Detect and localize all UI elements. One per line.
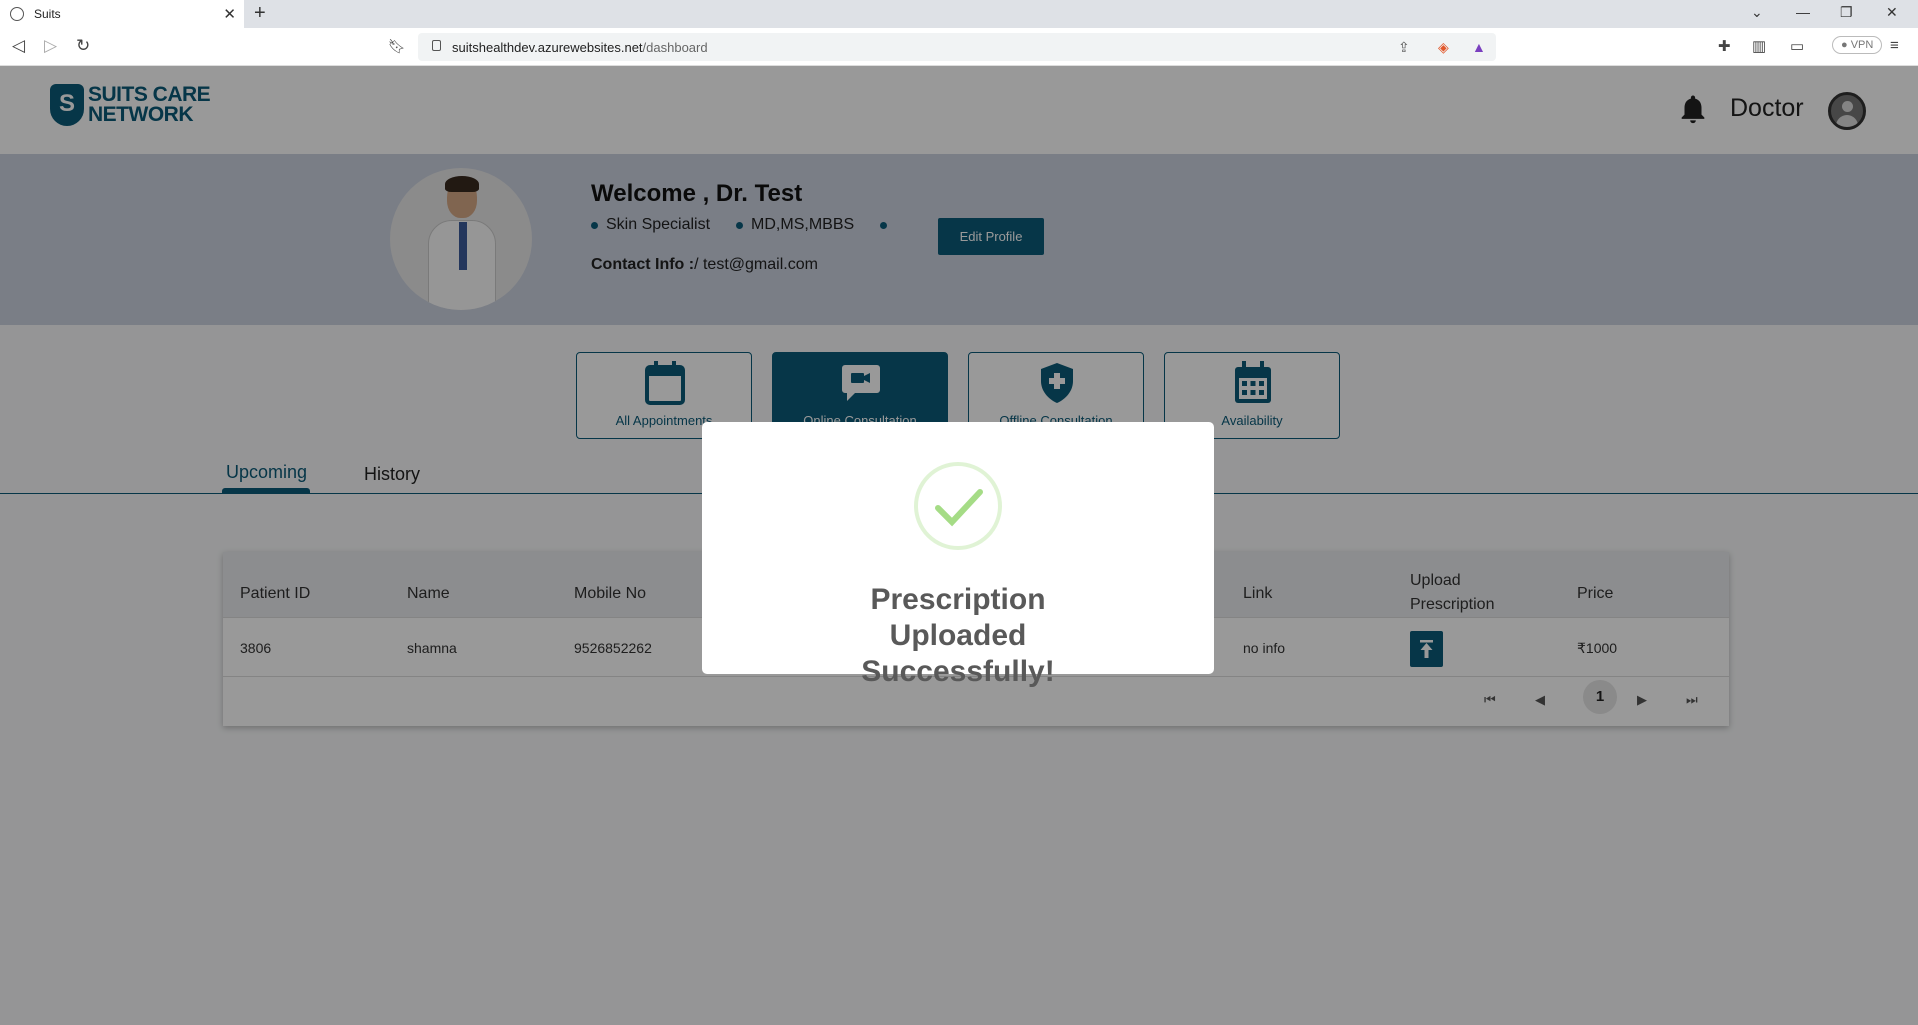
extensions-icon[interactable]: ✚ [1718, 37, 1731, 55]
reload-icon[interactable]: ↻ [76, 36, 90, 56]
browser-tab-bar: Suits ✕ + ⌄ — ❐ ✕ [0, 0, 1918, 28]
lock-icon [432, 40, 441, 51]
close-window-icon[interactable]: ✕ [1886, 4, 1898, 21]
share-icon[interactable]: ⇪ [1398, 39, 1410, 56]
tab-search-icon[interactable]: ⌄ [1751, 4, 1763, 21]
app-viewport: S SUITS CARE NETWORK Doctor Welcome , Dr… [0, 66, 1918, 1025]
browser-tab[interactable]: Suits ✕ [0, 0, 244, 28]
new-tab-icon[interactable]: + [254, 2, 266, 25]
dialog-title: Prescription Uploaded Successfully! [861, 583, 1055, 688]
wallet-icon[interactable]: ▭ [1790, 37, 1804, 55]
globe-icon [10, 7, 24, 21]
browser-tab-title: Suits [34, 7, 61, 21]
success-dialog: Prescription Uploaded Successfully! [702, 422, 1214, 688]
vpn-button[interactable]: ● VPN [1832, 36, 1883, 54]
rewards-icon[interactable]: ▲ [1472, 39, 1486, 55]
restore-icon[interactable]: ❐ [1840, 4, 1853, 21]
address-bar[interactable]: suitshealthdev.azurewebsites.net/dashboa… [418, 33, 1496, 61]
forward-icon[interactable]: ▷ [44, 36, 57, 56]
success-check-icon [914, 462, 1002, 550]
sidebar-icon[interactable]: ▥ [1752, 37, 1766, 55]
browser-toolbar: ◁ ▷ ↻ 🔖︎ suitshealthdev.azurewebsites.ne… [0, 28, 1918, 66]
bookmark-icon[interactable]: 🔖︎ [388, 38, 406, 55]
url-text: suitshealthdev.azurewebsites.net/dashboa… [452, 40, 708, 55]
minimize-icon[interactable]: — [1796, 4, 1810, 20]
close-tab-icon[interactable]: ✕ [223, 5, 236, 23]
brave-shield-icon[interactable]: ◈ [1438, 39, 1449, 56]
menu-icon[interactable]: ≡ [1890, 37, 1899, 54]
back-icon[interactable]: ◁ [12, 36, 25, 56]
